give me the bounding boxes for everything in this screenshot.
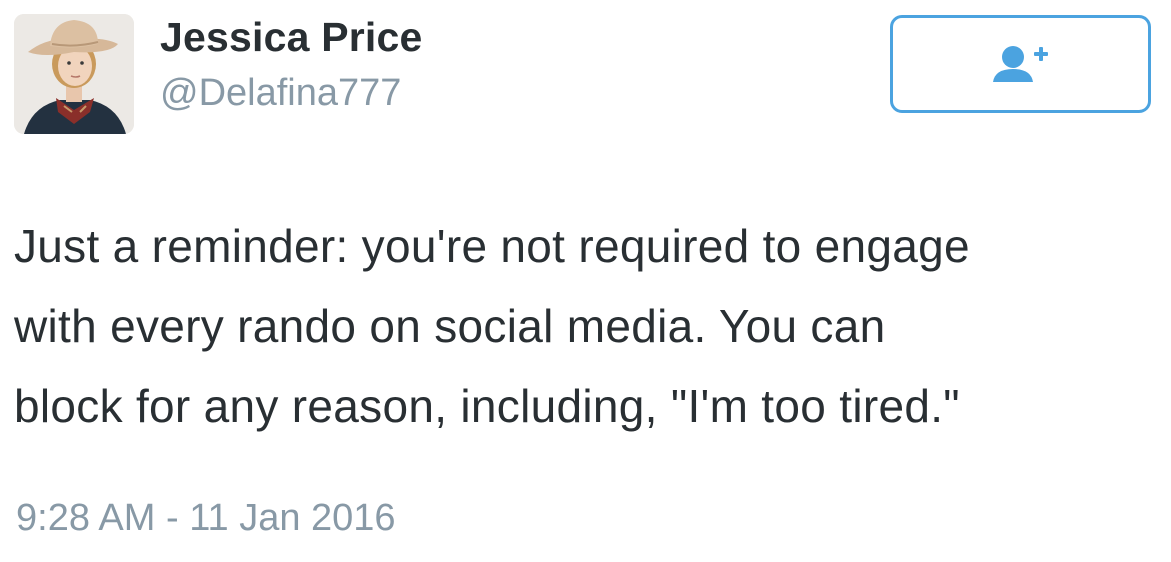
tweet-text-line: block for any reason, including, "I'm to… [14, 380, 960, 432]
tweet-card: Jessica Price @Delafina777 Just a remind… [0, 0, 1171, 562]
tweet-text: Just a reminder: you're not required to … [14, 206, 1164, 446]
follow-user-plus-icon [992, 46, 1048, 82]
tweet-text-line: with every rando on social media. You ca… [14, 300, 886, 352]
display-name[interactable]: Jessica Price [160, 14, 423, 61]
tweet-text-line: Just a reminder: you're not required to … [14, 220, 970, 272]
follow-button[interactable] [890, 15, 1151, 113]
avatar[interactable] [14, 14, 134, 134]
tweet-timestamp[interactable]: 9:28 AM - 11 Jan 2016 [16, 497, 396, 540]
user-handle[interactable]: @Delafina777 [160, 72, 401, 115]
avatar-photo [14, 14, 134, 134]
